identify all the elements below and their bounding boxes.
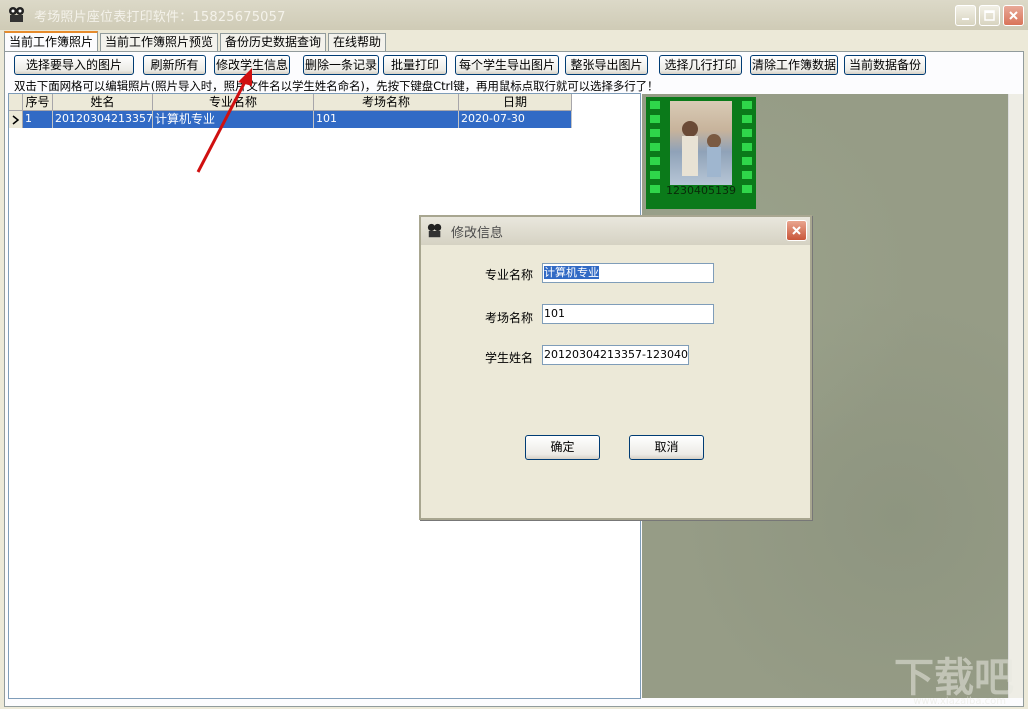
hint-text: 双击下面网格可以编辑照片(照片导入时，照片文件名以学生姓名命名)，先按下键盘Ct… [14,79,659,93]
delete-record-button[interactable]: 删除一条记录 [303,55,379,75]
photo-caption: 1230405139 [666,184,736,197]
column-header-seq[interactable]: 序号 [23,94,53,111]
clear-workbook-button[interactable]: 清除工作簿数据 [750,55,838,75]
cell-date[interactable]: 2020-07-30 [459,111,572,128]
cancel-button[interactable]: 取消 [629,435,704,460]
tab-backup-history[interactable]: 备份历史数据查询 [220,33,327,52]
film-camera-icon [427,223,443,239]
film-camera-icon [6,4,28,26]
tab-photo-preview[interactable]: 当前工作簿照片预览 [100,33,219,52]
tab-current-workbook-photos[interactable]: 当前工作簿照片 [4,31,99,52]
column-header-name[interactable]: 姓名 [53,94,153,111]
dialog-close-button[interactable] [786,220,807,241]
edit-info-dialog: 修改信息 专业名称 计算机专业 考场名称 101 学生姓名 2012030421… [419,215,812,520]
minimize-button[interactable] [955,5,976,26]
export-whole-image-button[interactable]: 整张导出图片 [565,55,648,75]
import-photos-button[interactable]: 选择要导入的图片 [14,55,134,75]
close-icon [792,226,801,235]
cell-room[interactable]: 101 [314,111,459,128]
major-label: 专业名称 [485,268,534,282]
window-title: 考场照片座位表打印软件：15825675057 [34,9,286,25]
batch-print-button[interactable]: 批量打印 [383,55,447,75]
room-field[interactable]: 101 [542,304,714,324]
student-name-field[interactable]: 20120304213357-1230405139 [542,345,689,365]
film-holes-right [742,101,752,193]
ok-button[interactable]: 确定 [525,435,600,460]
backup-data-button[interactable]: 当前数据备份 [844,55,926,75]
film-photo-thumbnail[interactable]: 1230405139 [646,97,756,209]
vertical-scrollbar[interactable] [1008,94,1023,698]
print-selected-rows-button[interactable]: 选择几行打印 [659,55,742,75]
dialog-title-bar[interactable]: 修改信息 [421,217,810,245]
room-label: 考场名称 [485,311,534,325]
minimize-icon [961,17,969,20]
close-button[interactable] [1003,5,1024,26]
table-row[interactable]: 1 20120304213357-1230405139 计算机专业 101 20… [9,111,572,128]
student-photo [670,101,732,185]
tab-online-help[interactable]: 在线帮助 [328,33,387,52]
cell-name[interactable]: 20120304213357-1230405139 [53,111,153,128]
maximize-button[interactable] [979,5,1000,26]
dialog-title: 修改信息 [451,225,504,241]
cell-seq[interactable]: 1 [23,111,53,128]
watermark-logo: 下载吧 [894,655,1014,701]
major-field[interactable]: 计算机专业 [542,263,714,283]
column-header-date[interactable]: 日期 [459,94,572,111]
grid-header: 序号 姓名 专业名称 考场名称 日期 [9,94,572,111]
tab-strip: 当前工作簿照片 当前工作簿照片预览 备份历史数据查询 在线帮助 [4,31,388,52]
film-holes-left [650,101,660,193]
major-field-value: 计算机专业 [544,266,599,279]
row-indicator-icon [9,111,23,128]
close-icon [1009,11,1018,20]
red-arrow-icon [196,68,252,173]
maximize-icon [984,10,995,21]
export-each-student-button[interactable]: 每个学生导出图片 [455,55,559,75]
title-bar[interactable]: 考场照片座位表打印软件：15825675057 [0,0,1028,30]
student-name-label: 学生姓名 [485,351,534,365]
grid-corner [9,94,23,111]
app-window: 考场照片座位表打印软件：15825675057 当前工作簿照片 当前工作簿照片预… [0,0,1028,709]
watermark-url: www.xiazaiba.com [913,696,1006,707]
column-header-room[interactable]: 考场名称 [314,94,459,111]
